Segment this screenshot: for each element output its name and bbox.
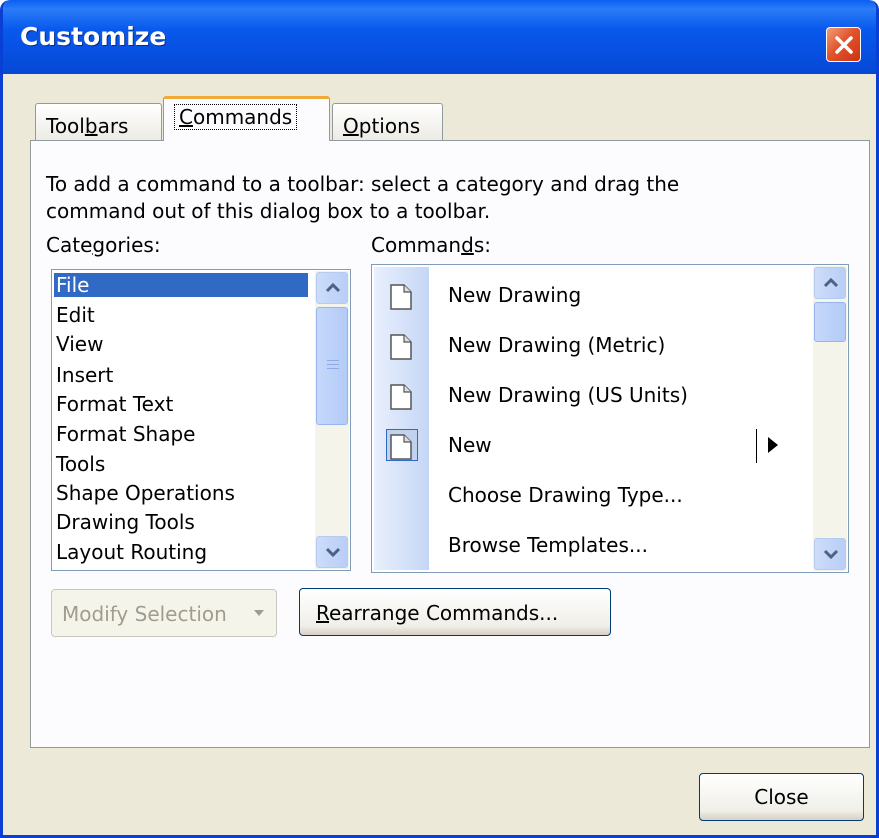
commands-label-text: Comman: [371, 233, 462, 257]
scroll-grip-line: [327, 364, 339, 365]
categories-label-rest: ories:: [105, 233, 161, 257]
category-item-edit[interactable]: Edit: [54, 303, 95, 327]
chevron-down-icon: [823, 549, 839, 560]
document-icon: [390, 334, 412, 360]
submenu-separator: [756, 429, 757, 463]
submenu-arrow-icon: [768, 437, 778, 453]
category-item-drawing-tools[interactable]: Drawing Tools: [54, 510, 195, 534]
modify-selection-button[interactable]: Modify Selection: [51, 589, 277, 637]
command-item-new-drawing-us-units[interactable]: New Drawing (US Units): [374, 371, 812, 421]
chevron-up-icon: [325, 282, 341, 293]
category-item-insert[interactable]: Insert: [54, 363, 113, 387]
customize-dialog: Customize Toolbars Commands Options To a…: [0, 0, 879, 838]
category-item-file[interactable]: File: [54, 273, 308, 297]
commands-scroll-up-button[interactable]: [814, 267, 846, 299]
rearrange-accesskey: R: [316, 601, 329, 625]
categories-label-text: Cate: [46, 233, 93, 257]
commands-scroll-down-button[interactable]: [814, 538, 846, 570]
categories-scroll-up-button[interactable]: [316, 272, 348, 304]
categories-scroll-thumb[interactable]: [316, 307, 348, 425]
commands-scroll-thumb[interactable]: [814, 302, 846, 342]
category-item-format-shape[interactable]: Format Shape: [54, 422, 195, 446]
rearrange-label-rest: earrange Commands...: [329, 601, 559, 625]
categories-listbox[interactable]: File Edit View Insert Format Text Format…: [51, 269, 351, 571]
command-item-new-drawing-metric[interactable]: New Drawing (Metric): [374, 321, 812, 371]
category-item-layout-routing[interactable]: Layout Routing: [54, 540, 207, 564]
tab-commands[interactable]: Commands: [163, 96, 330, 141]
categories-scroll-down-button[interactable]: [316, 536, 348, 568]
tab-toolbars-accesskey: b: [84, 114, 98, 138]
dialog-title: Customize: [20, 22, 167, 51]
modify-selection-label: Modify Selection: [62, 602, 227, 626]
document-icon: [390, 434, 412, 460]
tab-toolbars-label-rest: ars: [97, 114, 129, 138]
close-icon: [835, 36, 853, 54]
tab-options-label-rest: ptions: [358, 114, 421, 138]
categories-accesskey: g: [92, 233, 106, 257]
commands-accesskey: d: [461, 233, 474, 257]
document-icon: [390, 384, 412, 410]
command-label: New Drawing (US Units): [448, 383, 688, 407]
command-label: New Drawing (Metric): [448, 333, 666, 357]
category-item-view[interactable]: View: [54, 332, 103, 356]
rearrange-commands-label: Rearrange Commands...: [316, 601, 558, 625]
categories-label: Categories:: [46, 234, 161, 257]
tab-commands-label-rest: ommands: [192, 105, 293, 129]
command-label: Choose Drawing Type...: [448, 483, 683, 507]
tab-options-accesskey: O: [343, 114, 359, 138]
command-label: Browse Templates...: [448, 533, 648, 557]
command-item-new-drawing[interactable]: New Drawing: [374, 271, 812, 321]
tab-options[interactable]: Options: [332, 103, 443, 141]
close-button[interactable]: Close: [699, 773, 864, 821]
title-bar[interactable]: Customize: [3, 0, 876, 74]
commands-scrollbar[interactable]: [813, 266, 847, 571]
instructions-line-2: command out of this dialog box to a tool…: [46, 199, 491, 223]
scroll-grip-line: [327, 368, 339, 369]
commands-listbox[interactable]: New Drawing New Drawing (Metric) New Dra…: [371, 264, 849, 573]
tab-toolbars-label: Tool: [46, 114, 85, 138]
chevron-down-icon: [325, 547, 341, 558]
document-icon: [390, 284, 412, 310]
scroll-grip-line: [327, 360, 339, 361]
tab-commands-focus: Commands: [174, 104, 298, 130]
commands-label-rest: s:: [473, 233, 491, 257]
command-item-browse-templates[interactable]: Browse Templates...: [374, 521, 812, 571]
tab-toolbars[interactable]: Toolbars: [35, 103, 162, 141]
command-item-new[interactable]: New: [374, 421, 812, 471]
close-window-button[interactable]: [826, 27, 861, 62]
command-label: New: [448, 433, 492, 457]
categories-scrollbar[interactable]: [315, 271, 349, 569]
command-label: New Drawing: [448, 283, 582, 307]
category-item-shape-operations[interactable]: Shape Operations: [54, 481, 235, 505]
category-item-format-text[interactable]: Format Text: [54, 392, 173, 416]
tab-commands-accesskey: C: [179, 105, 193, 129]
command-item-choose-drawing-type[interactable]: Choose Drawing Type...: [374, 471, 812, 521]
caret-down-icon: [254, 610, 264, 616]
rearrange-commands-button[interactable]: Rearrange Commands...: [299, 588, 611, 636]
chevron-up-icon: [823, 277, 839, 288]
category-item-tools[interactable]: Tools: [54, 452, 105, 476]
instructions-line-1: To add a command to a toolbar: select a …: [46, 172, 680, 196]
commands-label: Commands:: [371, 234, 491, 257]
